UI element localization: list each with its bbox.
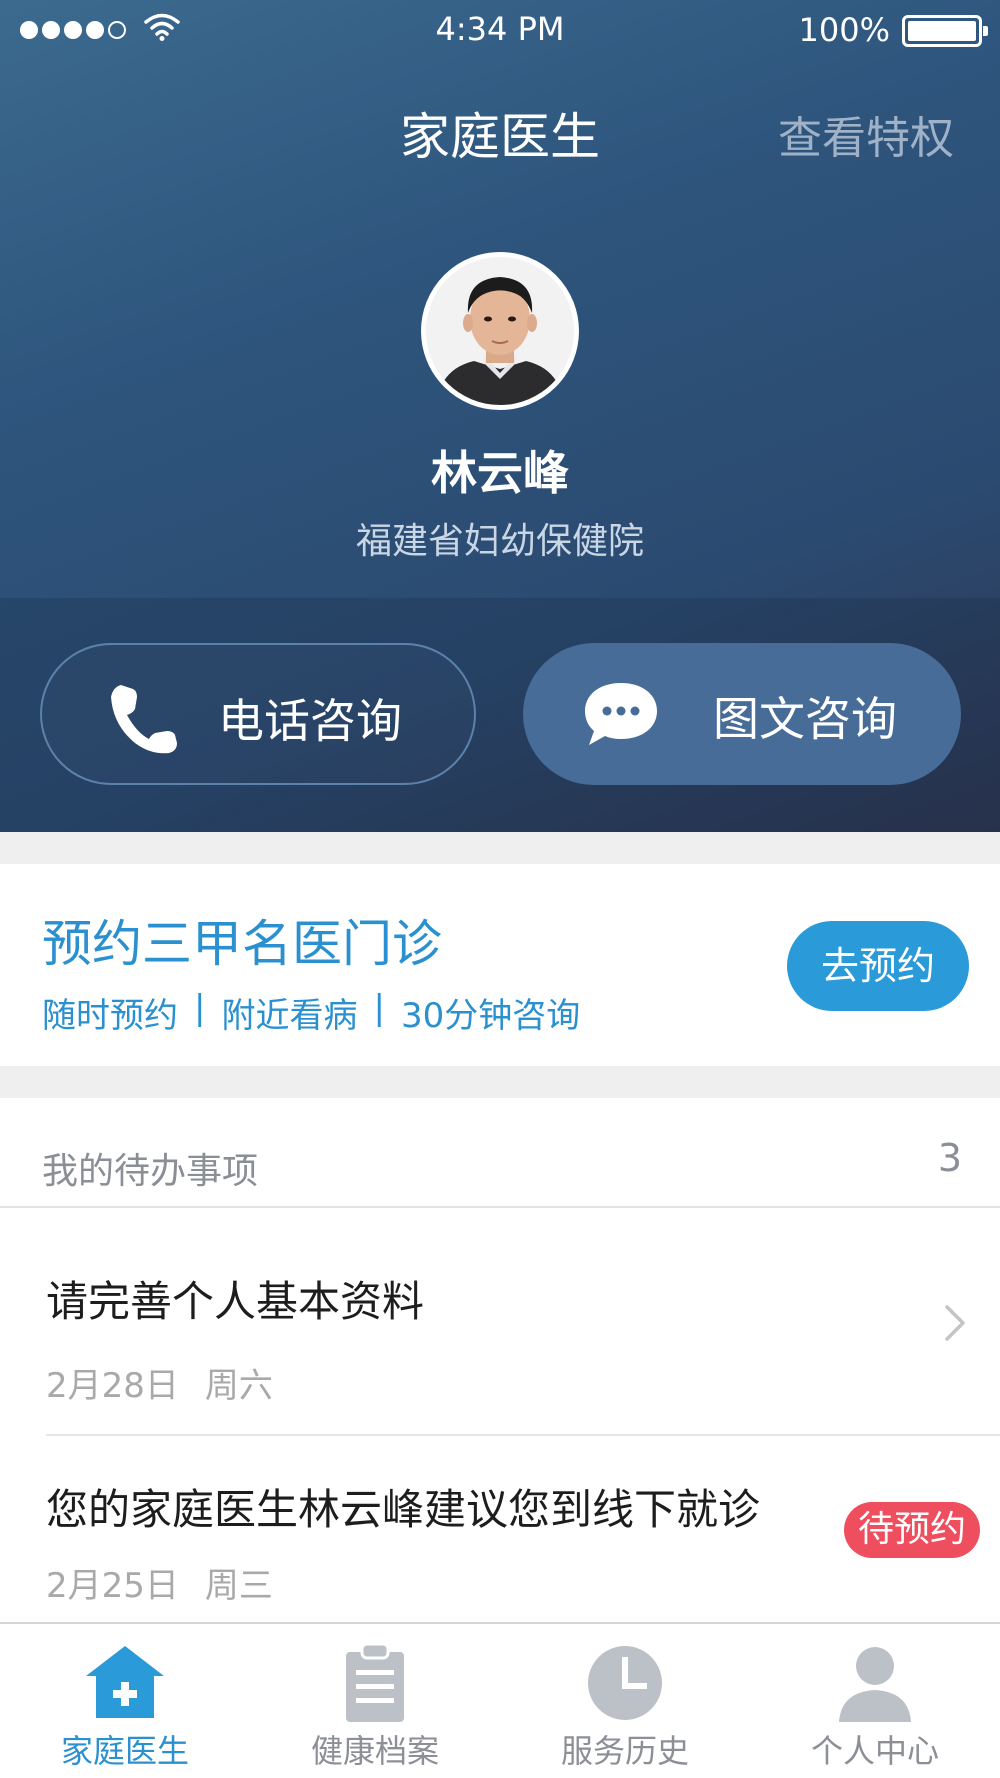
tab-label: 健康档案	[310, 1732, 439, 1770]
status-bar: 4:34 PM 100%	[0, 0, 1000, 60]
tab-bar: 家庭医生 健康档案 服务历史 个人中心	[0, 1622, 1000, 1778]
doctor-portrait-icon	[426, 257, 574, 405]
chevron-right-icon	[945, 1305, 965, 1341]
feature-separator: |	[194, 988, 206, 1028]
doctor-header: 4:34 PM 100% 家庭医生 查看特权 林云峰 福建省妇幼保健院 电话咨询	[0, 0, 1000, 832]
phone-consult-button[interactable]: 电话咨询	[40, 643, 476, 785]
tab-label: 家庭医生	[60, 1732, 189, 1770]
booking-feature: 随时预约	[42, 996, 178, 1036]
battery-icon	[902, 15, 988, 47]
book-now-button[interactable]: 去预约	[787, 921, 969, 1011]
tab-service-history[interactable]: 服务历史	[500, 1624, 750, 1778]
booking-card[interactable]: 预约三甲名医门诊 随时预约 | 附近看病 | 30分钟咨询 去预约	[0, 864, 1000, 1066]
doctor-avatar[interactable]	[421, 252, 579, 410]
clock-icon	[588, 1646, 662, 1720]
booking-title: 预约三甲名医门诊	[42, 915, 442, 973]
section-spacer	[0, 832, 1000, 864]
pending-booking-badge: 待预约	[844, 1502, 981, 1558]
phone-icon	[111, 685, 177, 754]
chat-bubble-icon	[585, 683, 657, 745]
todo-item[interactable]: 请完善个人基本资料 2月28日 周六	[0, 1208, 1000, 1436]
booking-feature: 30分钟咨询	[400, 996, 581, 1036]
todo-section-title: 我的待办事项	[42, 1151, 259, 1192]
battery-percent: 100%	[798, 11, 890, 49]
todo-date: 2月28日 周六	[46, 1358, 273, 1407]
tab-health-records[interactable]: 健康档案	[250, 1624, 500, 1778]
person-icon	[839, 1647, 911, 1722]
view-privileges-link[interactable]: 查看特权	[778, 102, 954, 166]
todo-date: 2月25日 周三	[46, 1558, 273, 1607]
tab-personal-center[interactable]: 个人中心	[750, 1624, 1000, 1778]
text-consult-label: 图文咨询	[713, 692, 897, 746]
todo-count: 3	[937, 1136, 962, 1180]
todo-date-day: 2月25日	[46, 1566, 179, 1606]
todo-date-day: 2月28日	[46, 1366, 179, 1406]
text-consult-button[interactable]: 图文咨询	[523, 643, 961, 785]
todo-header: 我的待办事项 3	[0, 1098, 1000, 1208]
todo-date-weekday: 周三	[204, 1566, 273, 1606]
feature-separator: |	[373, 988, 385, 1028]
house-plus-icon	[86, 1646, 164, 1718]
doctor-name: 林云峰	[431, 446, 569, 500]
tab-label: 服务历史	[560, 1732, 689, 1770]
tab-label: 个人中心	[810, 1732, 939, 1770]
clipboard-icon	[346, 1642, 404, 1722]
todo-title: 请完善个人基本资料	[46, 1277, 425, 1326]
booking-features: 随时预约 | 附近看病 | 30分钟咨询	[42, 988, 580, 1037]
todo-item[interactable]: 您的家庭医生林云峰建议您到线下就诊 2月25日 周三 待预约	[0, 1436, 1000, 1622]
booking-feature: 附近看病	[221, 996, 358, 1036]
section-spacer	[0, 1066, 1000, 1098]
tab-family-doctor[interactable]: 家庭医生	[0, 1624, 250, 1778]
doctor-hospital: 福建省妇幼保健院	[355, 521, 644, 562]
phone-consult-label: 电话咨询	[218, 694, 402, 748]
todo-title: 您的家庭医生林云峰建议您到线下就诊	[46, 1485, 761, 1534]
todo-date-weekday: 周六	[204, 1366, 273, 1406]
